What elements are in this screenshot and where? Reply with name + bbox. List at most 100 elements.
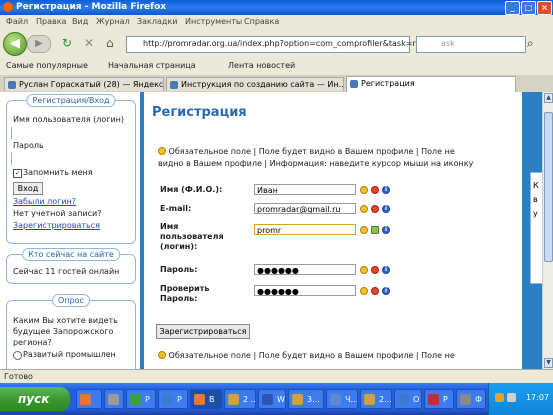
right-panel-text: К в у <box>533 181 539 218</box>
clock: 17:07 <box>525 393 549 402</box>
tab-yandex[interactable]: Руслан Гораскатый (28) — Яндекс.П... <box>4 77 164 91</box>
taskbar-item[interactable]: Р <box>158 389 188 409</box>
info-icon[interactable]: i <box>382 226 390 234</box>
menu-history[interactable]: Журнал <box>96 17 130 26</box>
email-input[interactable]: promradar@gmail.ru <box>254 203 356 214</box>
no-account-text: Нет учетной записи? <box>13 209 102 218</box>
bookmark-news-feed[interactable]: Лента новостей <box>228 61 295 70</box>
start-button[interactable]: пуск <box>0 387 70 411</box>
taskbar-item[interactable]: W <box>258 389 286 409</box>
taskbar-label: W <box>277 395 285 404</box>
menu-tools[interactable]: Инструменты <box>185 17 242 26</box>
register-button[interactable]: Зарегистрироваться <box>156 324 250 339</box>
legend-bottom: Обязательное поле | Поле будет видно в В… <box>158 350 520 362</box>
navigation-toolbar: ◀ ▶ ↻ ✕ ⌂ http://promradar.org.ua/index.… <box>0 29 553 58</box>
back-button[interactable]: ◀ <box>3 32 27 56</box>
search-input[interactable]: ask <box>416 36 526 53</box>
page-content: Регистрация/Вход Имя пользователя (логин… <box>0 92 553 369</box>
taskbar-label: 2 ... <box>243 395 256 404</box>
taskbar-item[interactable]: Р <box>126 389 156 409</box>
info-icon[interactable]: i <box>382 287 390 295</box>
reload-icon[interactable]: ↻ <box>62 36 72 50</box>
tab-favicon <box>8 81 16 89</box>
register-link[interactable]: Зарегистрироваться <box>13 221 100 230</box>
taskbar-label: Р <box>443 395 448 404</box>
address-text: http://promradar.org.ua/index.php?option… <box>143 39 448 48</box>
info-icon[interactable]: i <box>382 266 390 274</box>
taskbar-item[interactable]: Р <box>424 389 454 409</box>
close-button[interactable]: × <box>537 1 552 15</box>
required-icon <box>158 351 166 359</box>
scroll-thumb[interactable] <box>544 112 553 262</box>
stop-icon[interactable]: ✕ <box>84 36 94 50</box>
menu-edit[interactable]: Правка <box>36 17 66 26</box>
tab-instruction[interactable]: Инструкция по созданию сайта — Ин... <box>166 77 344 91</box>
password-input[interactable] <box>11 153 12 165</box>
taskbar-label: Р <box>177 395 182 404</box>
hidden-profile-icon <box>371 287 379 295</box>
username-field-input[interactable]: promr <box>254 224 356 235</box>
password-field-input[interactable]: ●●●●●● <box>254 264 356 275</box>
menu-help[interactable]: Справка <box>244 17 279 26</box>
maximize-button[interactable]: □ <box>521 1 536 15</box>
bookmark-start-page[interactable]: Начальная страница <box>108 61 196 70</box>
online-text: Сейчас 11 гостей онлайн <box>13 267 120 276</box>
taskbar-item[interactable]: Ч... <box>326 389 358 409</box>
forgot-login-link[interactable]: Забыли логин? <box>13 197 76 206</box>
address-bar[interactable]: http://promradar.org.ua/index.php?option… <box>126 36 447 53</box>
menu-bookmarks[interactable]: Закладки <box>137 17 177 26</box>
page-title: Регистрация <box>152 105 247 120</box>
taskbar-item[interactable]: 2 ... <box>224 389 256 409</box>
taskbar-item[interactable]: 3... <box>288 389 324 409</box>
username-field-label: Имя пользователя (логин): <box>160 222 224 251</box>
tab-registration[interactable]: Регистрация <box>346 76 516 92</box>
remember-checkbox[interactable]: ✓ <box>13 169 22 178</box>
poll-option: Развитый промышлен <box>23 350 116 359</box>
search-icon[interactable]: ⌕ <box>527 36 534 50</box>
taskbar-item[interactable]: Ф <box>456 389 486 409</box>
menu-view[interactable]: Вид <box>72 17 88 26</box>
name-input[interactable]: Иван <box>254 184 356 195</box>
tab-favicon <box>350 80 358 88</box>
app-icon <box>130 394 141 405</box>
password-confirm-input[interactable]: ●●●●●● <box>254 285 356 296</box>
taskbar-label: В <box>209 395 215 404</box>
taskbar-item[interactable]: 2... <box>360 389 392 409</box>
required-icon <box>360 186 368 194</box>
folder-icon <box>292 394 303 405</box>
bookmark-most-visited[interactable]: Самые популярные <box>6 61 88 70</box>
info-icon[interactable]: i <box>382 205 390 213</box>
tray-icon[interactable] <box>495 393 504 402</box>
info-icon[interactable]: i <box>382 186 390 194</box>
hidden-profile-icon <box>371 186 379 194</box>
home-icon[interactable]: ⌂ <box>106 36 114 50</box>
firefox-icon <box>194 394 205 405</box>
app-icon <box>80 394 91 405</box>
taskbar-item[interactable] <box>104 389 124 409</box>
status-bar: Готово <box>0 369 553 384</box>
scroll-down-arrow[interactable]: ▼ <box>544 358 553 368</box>
visible-profile-icon <box>371 226 379 234</box>
vertical-scrollbar[interactable]: ▲ ▼ <box>542 92 553 369</box>
legend-line-2: видно в Вашем профиле | Информация: наве… <box>158 159 474 168</box>
taskbar-item[interactable] <box>76 389 102 409</box>
app-icon <box>460 394 471 405</box>
menu-file[interactable]: Файл <box>6 17 28 26</box>
app-icon <box>428 394 439 405</box>
online-header: Кто сейчас на сайте <box>22 248 120 261</box>
taskbar-item[interactable]: О <box>394 389 422 409</box>
minimize-button[interactable]: _ <box>505 1 520 15</box>
tray-icon[interactable] <box>507 393 516 402</box>
legend-top: Обязательное поле | Поле будет видно в В… <box>158 146 520 170</box>
login-button[interactable]: Вход <box>13 182 43 195</box>
taskbar-item[interactable]: В <box>190 389 222 409</box>
search-placeholder: ask <box>441 39 455 48</box>
poll-radio[interactable] <box>13 351 22 360</box>
required-icon <box>360 287 368 295</box>
app-icon <box>108 394 119 405</box>
legend-bottom-text: Обязательное поле | Поле будет видно в В… <box>168 351 455 360</box>
username-input[interactable] <box>11 127 12 139</box>
scroll-up-arrow[interactable]: ▲ <box>544 93 553 103</box>
forward-button[interactable]: ▶ <box>27 35 51 53</box>
hidden-profile-icon <box>371 266 379 274</box>
